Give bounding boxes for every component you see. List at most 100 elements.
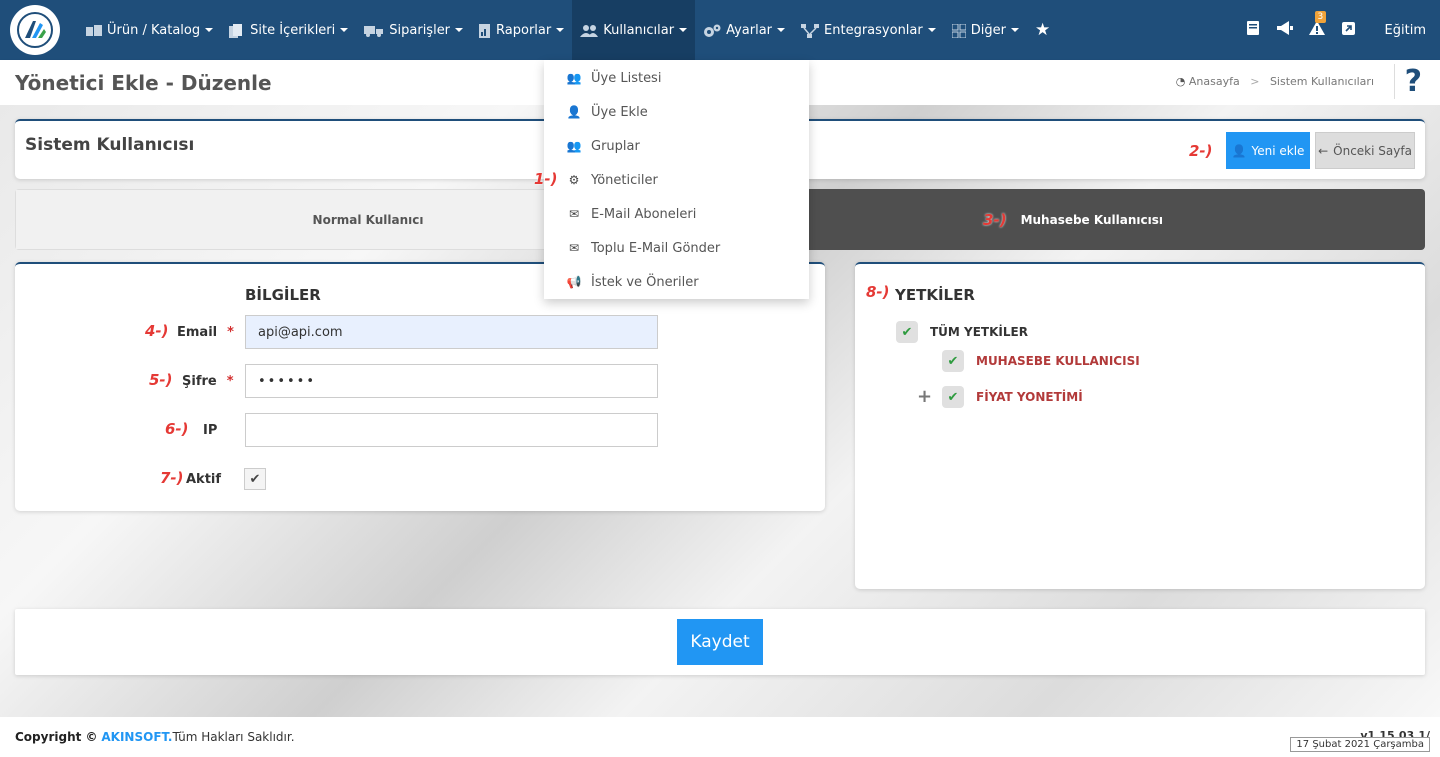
user-plus-icon: 👤	[566, 105, 582, 119]
email-label-text: Email	[177, 325, 218, 340]
caret-down-icon	[1010, 28, 1019, 32]
all-permissions-checkbox[interactable]: ✔	[896, 321, 918, 343]
sitemap-icon	[801, 23, 820, 38]
user-menu[interactable]: Eğitim	[1365, 23, 1440, 38]
mail-bulk-icon: ✉	[568, 241, 580, 255]
tab-accounting-label: Muhasebe Kullanıcısı	[1020, 212, 1163, 227]
menu-item-label: Toplu E-Mail Gönder	[591, 240, 721, 256]
required-mark: *	[226, 374, 234, 389]
menu-item-groups[interactable]: 👥 Gruplar	[544, 129, 809, 163]
menu-item-label: Üye Ekle	[591, 104, 648, 120]
catalog-icon	[86, 24, 102, 37]
menu-item-label: Üye Listesi	[591, 70, 662, 86]
nav-label: Ayarlar	[726, 22, 773, 38]
caret-down-icon	[455, 28, 464, 32]
date-tooltip: 17 Şubat 2021 Çarşamba	[1290, 737, 1430, 752]
nav-diger[interactable]: Diğer	[944, 0, 1027, 60]
nav-kullanicilar[interactable]: Kullanıcılar	[572, 0, 696, 60]
truck-icon	[364, 24, 384, 37]
permission-checkbox-accounting[interactable]: ✔	[942, 350, 964, 372]
megaphone-icon[interactable]	[1269, 21, 1301, 39]
notification-badge: 3	[1314, 11, 1327, 23]
menu-item-add-member[interactable]: 👤 Üye Ekle	[544, 95, 809, 129]
save-button[interactable]: Kaydet	[677, 619, 763, 665]
active-checkbox[interactable]: ✔	[244, 468, 266, 490]
nav-raporlar[interactable]: Raporlar	[471, 0, 572, 60]
caret-down-icon	[340, 28, 349, 32]
password-label: Şifre *	[182, 374, 234, 389]
menu-item-email-subscribers[interactable]: ✉ E-Mail Aboneleri	[544, 197, 809, 231]
nav-label: Raporlar	[496, 22, 552, 38]
nav-siparisler[interactable]: Siparişler	[356, 0, 471, 60]
nav-site-icerikleri[interactable]: Site İçerikleri	[221, 0, 356, 60]
breadcrumb-current[interactable]: Sistem Kullanıcıları	[1270, 75, 1374, 88]
breadcrumb: ◔ Anasayfa > Sistem Kullanıcıları	[1176, 75, 1374, 88]
external-link-icon[interactable]	[1333, 21, 1365, 39]
menu-item-label: Gruplar	[591, 138, 640, 154]
gears-icon	[703, 24, 721, 37]
permissions-title: YETKİLER	[895, 286, 975, 304]
menu-item-bulk-email[interactable]: ✉ Toplu E-Mail Gönder	[544, 231, 809, 265]
brand-link[interactable]: AKINSOFT.	[101, 730, 172, 744]
password-label-text: Şifre	[182, 374, 217, 389]
form-title: BİLGİLER	[245, 286, 321, 304]
annotation-8: 8-)	[866, 283, 890, 301]
ip-field[interactable]	[245, 413, 658, 447]
megaphone-icon: 📢	[566, 275, 582, 289]
nav-label: Entegrasyonlar	[824, 22, 923, 38]
info-form-panel: BİLGİLER 4-) Email * api@api.com 5-) Şifr…	[15, 262, 825, 511]
menu-item-label: Yöneticiler	[591, 172, 658, 188]
nav-label: Ürün / Katalog	[107, 22, 201, 38]
tab-accounting-user[interactable]: 3-) Muhasebe Kullanıcısı	[721, 189, 1425, 250]
top-navbar: Ürün / Katalog Site İçerikleri Siparişle…	[0, 0, 1440, 60]
permission-checkbox-price[interactable]: ✔	[942, 386, 964, 408]
nav-entegrasyonlar[interactable]: Entegrasyonlar	[793, 0, 944, 60]
group-icon: 👥	[566, 139, 582, 153]
menu-item-managers[interactable]: 1-) ⚙ Yöneticiler	[534, 163, 809, 197]
check-icon: ✔	[947, 389, 959, 405]
active-label: Aktif	[186, 472, 222, 487]
book-icon[interactable]	[1237, 21, 1269, 39]
alert-icon[interactable]: 3	[1301, 11, 1333, 39]
breadcrumb-home[interactable]: Anasayfa	[1189, 75, 1240, 88]
help-icon[interactable]: ?	[1393, 64, 1422, 99]
users-icon: 👥	[566, 71, 582, 85]
previous-page-button[interactable]: ← Önceki Sayfa	[1315, 132, 1415, 169]
add-new-label: Yeni ekle	[1251, 143, 1305, 158]
menu-item-requests[interactable]: 📢 İstek ve Öneriler	[544, 265, 809, 299]
menu-item-label: E-Mail Aboneleri	[591, 206, 697, 222]
users-dropdown-menu: 👥 Üye Listesi 👤 Üye Ekle 👥 Gruplar 1-) ⚙ Yöne…	[534, 60, 809, 299]
user-gear-icon: ⚙	[568, 173, 580, 187]
check-icon: ✔	[249, 471, 261, 487]
annotation-3: 3-)	[983, 210, 1007, 229]
menu-item-label: İstek ve Öneriler	[591, 274, 699, 290]
favorites-star-button[interactable]: ★	[1027, 0, 1058, 60]
expand-plus-icon[interactable]: +	[917, 386, 932, 407]
star-icon: ★	[1034, 20, 1051, 40]
footer: Copyright © AKINSOFT.Tüm Hakları Saklıdı…	[0, 717, 1440, 757]
nav-ayarlar[interactable]: Ayarlar	[695, 0, 793, 60]
pages-icon	[229, 23, 245, 38]
panel-title: Sistem Kullanıcısı	[25, 135, 195, 155]
add-new-button[interactable]: 👤 Yeni ekle	[1226, 132, 1310, 169]
nav-label: Siparişler	[389, 22, 451, 38]
previous-page-label: Önceki Sayfa	[1333, 143, 1412, 158]
check-icon: ✔	[901, 324, 913, 340]
annotation-7: 7-)	[160, 469, 184, 487]
email-field[interactable]: api@api.com	[245, 315, 658, 349]
akinsoft-logo[interactable]	[10, 5, 60, 55]
email-label: Email *	[177, 325, 234, 340]
copyright: Copyright © AKINSOFT.Tüm Hakları Saklıdı…	[15, 730, 295, 744]
arrow-left-icon: ←	[1318, 143, 1329, 158]
caret-down-icon	[556, 28, 565, 32]
annotation-2: 2-)	[1189, 142, 1213, 160]
password-field[interactable]: ••••••	[245, 364, 658, 398]
menu-item-member-list[interactable]: 👥 Üye Listesi	[544, 61, 809, 95]
permission-label-accounting: MUHASEBE KULLANICISI	[976, 354, 1140, 368]
nav-urun-katalog[interactable]: Ürün / Katalog	[78, 0, 221, 60]
caret-down-icon	[205, 28, 214, 32]
all-permissions-label: TÜM YETKİLER	[930, 325, 1028, 339]
caret-down-icon	[927, 28, 936, 32]
users-icon	[580, 24, 599, 37]
page-title: Yönetici Ekle - Düzenle	[15, 71, 272, 95]
